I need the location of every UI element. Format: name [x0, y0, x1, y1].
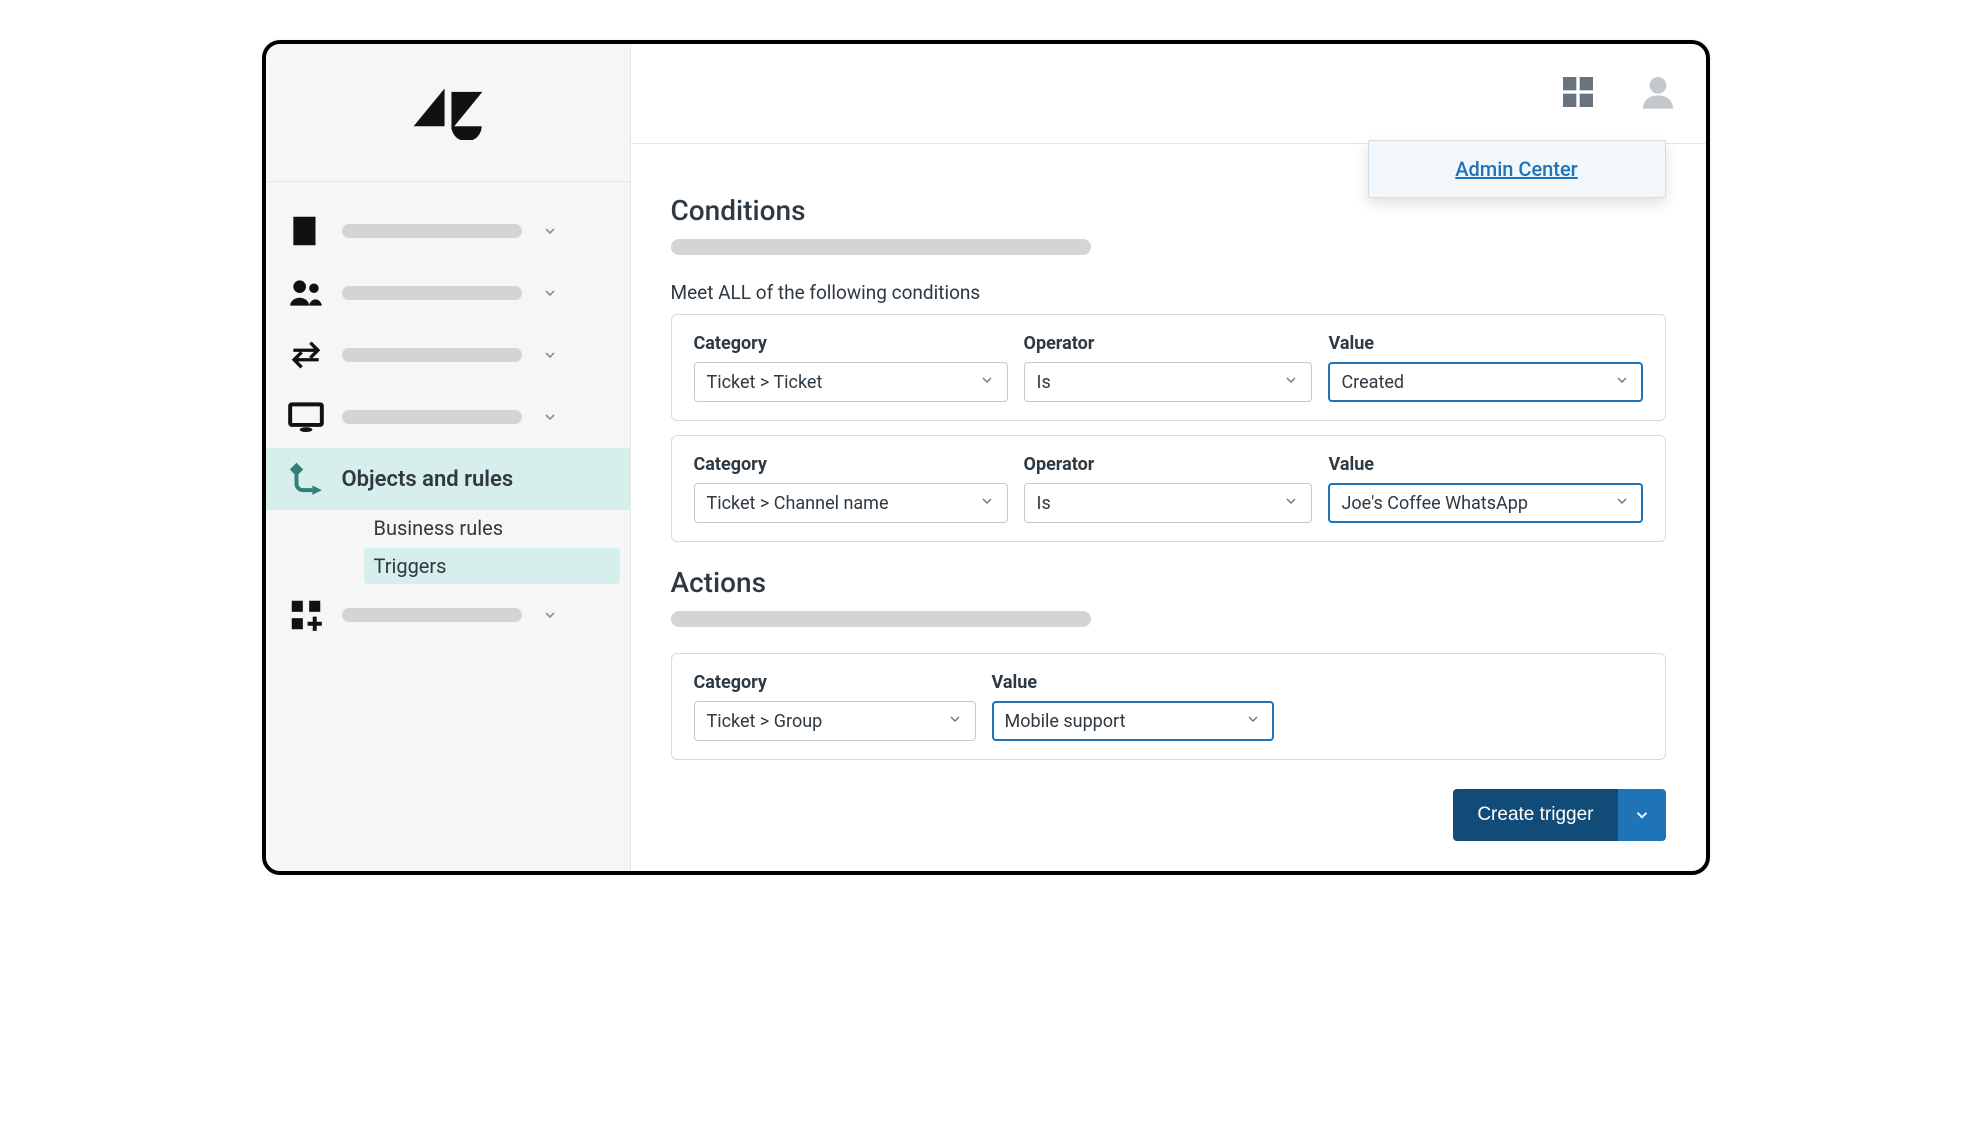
- products-icon[interactable]: [1558, 72, 1598, 116]
- chevron-down-icon: [1614, 372, 1630, 392]
- chevron-down-icon: [1614, 493, 1630, 513]
- app-window: Objects and rules Business rules Trigger…: [262, 40, 1710, 875]
- action-category-select[interactable]: Ticket > Group: [694, 701, 976, 741]
- footer-actions: Create trigger: [631, 789, 1706, 871]
- select-value: Mobile support: [1005, 711, 1126, 732]
- select-value: Ticket > Group: [707, 711, 823, 732]
- sidebar-item-objects-rules[interactable]: Objects and rules: [266, 448, 630, 510]
- value-label: Value: [1328, 333, 1642, 354]
- select-value: Created: [1341, 372, 1404, 393]
- action-row: Category Ticket > Group Value Mobile sup…: [671, 653, 1666, 760]
- operator-select[interactable]: Is: [1024, 362, 1313, 402]
- chevron-down-icon: [1283, 493, 1299, 513]
- category-select[interactable]: Ticket > Ticket: [694, 362, 1008, 402]
- chevron-down-icon: [979, 372, 995, 392]
- people-icon: [284, 274, 328, 312]
- category-select[interactable]: Ticket > Channel name: [694, 483, 1008, 523]
- chevron-down-icon: [1245, 711, 1261, 731]
- category-label: Category: [694, 672, 976, 693]
- operator-label: Operator: [1024, 454, 1313, 475]
- sidebar-placeholder: [342, 224, 522, 238]
- actions-title: Actions: [671, 566, 1666, 599]
- sidebar-subnav: Business rules Triggers: [266, 510, 630, 584]
- category-label: Category: [694, 454, 1008, 475]
- value-label: Value: [1328, 454, 1642, 475]
- sidebar-placeholder: [342, 286, 522, 300]
- sidebar-item-account[interactable]: [266, 200, 630, 262]
- sidebar-item-workspaces[interactable]: [266, 386, 630, 448]
- sidebar: Objects and rules Business rules Trigger…: [266, 44, 631, 871]
- create-trigger-split-button[interactable]: [1618, 789, 1666, 841]
- sidebar-item-people[interactable]: [266, 262, 630, 324]
- chevron-down-icon: [536, 409, 564, 425]
- operator-label: Operator: [1024, 333, 1313, 354]
- chevron-down-icon: [1283, 372, 1299, 392]
- main-area: Admin Center Conditions Meet ALL of the …: [631, 44, 1706, 871]
- value-label: Value: [992, 672, 1274, 693]
- monitor-icon: [284, 398, 328, 436]
- admin-center-link[interactable]: Admin Center: [1455, 157, 1578, 181]
- top-bar: [631, 44, 1706, 144]
- chevron-down-icon: [536, 347, 564, 363]
- chevron-down-icon: [979, 493, 995, 513]
- meet-all-label: Meet ALL of the following conditions: [671, 281, 1666, 304]
- select-value: Joe's Coffee WhatsApp: [1341, 493, 1527, 514]
- building-icon: [284, 212, 328, 250]
- create-trigger-button[interactable]: Create trigger: [1453, 789, 1617, 841]
- sidebar-item-apps[interactable]: [266, 584, 630, 646]
- apps-add-icon: [284, 596, 328, 634]
- chevron-down-icon: [536, 607, 564, 623]
- sidebar-nav: Objects and rules Business rules Trigger…: [266, 182, 630, 646]
- select-value: Is: [1037, 493, 1051, 514]
- condition-row: Category Ticket > Ticket Operator Is: [671, 314, 1666, 421]
- select-value: Is: [1037, 372, 1051, 393]
- sidebar-placeholder: [342, 608, 522, 622]
- value-select[interactable]: Created: [1328, 362, 1642, 402]
- zendesk-logo-icon: [413, 85, 483, 140]
- description-placeholder: [671, 611, 1091, 627]
- operator-select[interactable]: Is: [1024, 483, 1313, 523]
- select-value: Ticket > Ticket: [707, 372, 823, 393]
- chevron-down-icon: [947, 711, 963, 731]
- sidebar-item-channels[interactable]: [266, 324, 630, 386]
- content-area: Conditions Meet ALL of the following con…: [631, 144, 1706, 789]
- brand-logo: [266, 44, 630, 182]
- user-avatar-icon[interactable]: [1638, 72, 1678, 116]
- arrows-icon: [284, 336, 328, 374]
- workflow-icon: [284, 460, 328, 498]
- sidebar-item-label: Objects and rules: [342, 467, 514, 492]
- conditions-title: Conditions: [671, 194, 1666, 227]
- value-select[interactable]: Joe's Coffee WhatsApp: [1328, 483, 1642, 523]
- chevron-down-icon: [536, 223, 564, 239]
- sidebar-placeholder: [342, 410, 522, 424]
- select-value: Ticket > Channel name: [707, 493, 889, 514]
- sidebar-placeholder: [342, 348, 522, 362]
- sidebar-sub-business-rules[interactable]: Business rules: [266, 510, 630, 546]
- chevron-down-icon: [536, 285, 564, 301]
- action-value-select[interactable]: Mobile support: [992, 701, 1274, 741]
- products-dropdown: Admin Center: [1368, 140, 1666, 198]
- description-placeholder: [671, 239, 1091, 255]
- condition-row: Category Ticket > Channel name Operator …: [671, 435, 1666, 542]
- category-label: Category: [694, 333, 1008, 354]
- sidebar-sub-triggers[interactable]: Triggers: [364, 548, 620, 584]
